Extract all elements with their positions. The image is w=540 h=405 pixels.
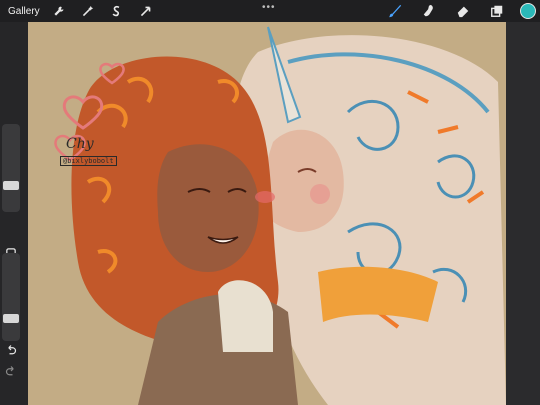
cursor-arrow-icon xyxy=(141,6,151,16)
undo-arrow-icon xyxy=(8,345,17,355)
drawing-canvas[interactable]: Chy @bixlybobolt xyxy=(28,22,506,405)
artist-handle: @bixlybobolt xyxy=(60,156,117,166)
brush-size-handle[interactable] xyxy=(3,181,19,190)
undo-button[interactable] xyxy=(3,342,19,358)
adjustments-button[interactable] xyxy=(78,1,98,21)
actions-button[interactable] xyxy=(49,1,69,21)
brush-size-slider[interactable] xyxy=(2,124,20,212)
right-margin xyxy=(506,22,540,405)
eraser-tool[interactable] xyxy=(452,0,474,22)
opacity-slider[interactable] xyxy=(2,253,20,341)
redo-arrow-icon xyxy=(5,366,14,376)
smudge-finger-icon xyxy=(423,4,433,17)
more-options[interactable]: ••• xyxy=(262,2,276,13)
layers-icon xyxy=(491,5,503,17)
wrench-icon xyxy=(54,6,64,16)
selection-button[interactable] xyxy=(107,1,127,21)
opacity-handle[interactable] xyxy=(3,314,19,323)
eraser-icon xyxy=(457,6,469,18)
smudge-tool[interactable] xyxy=(418,0,440,22)
selection-s-icon xyxy=(112,5,120,16)
redo-button[interactable] xyxy=(3,363,19,379)
color-picker[interactable] xyxy=(520,3,536,19)
brush-tool[interactable] xyxy=(384,0,406,22)
brush-icon xyxy=(388,4,402,18)
artwork xyxy=(54,26,506,405)
transform-button[interactable] xyxy=(136,1,156,21)
top-toolbar: Gallery ••• xyxy=(0,0,540,22)
magic-wand-icon xyxy=(83,5,94,16)
left-sidebar xyxy=(0,22,28,405)
artist-signature: Chy xyxy=(66,136,94,152)
layers-button[interactable] xyxy=(486,0,508,22)
gallery-button[interactable]: Gallery xyxy=(8,6,40,17)
